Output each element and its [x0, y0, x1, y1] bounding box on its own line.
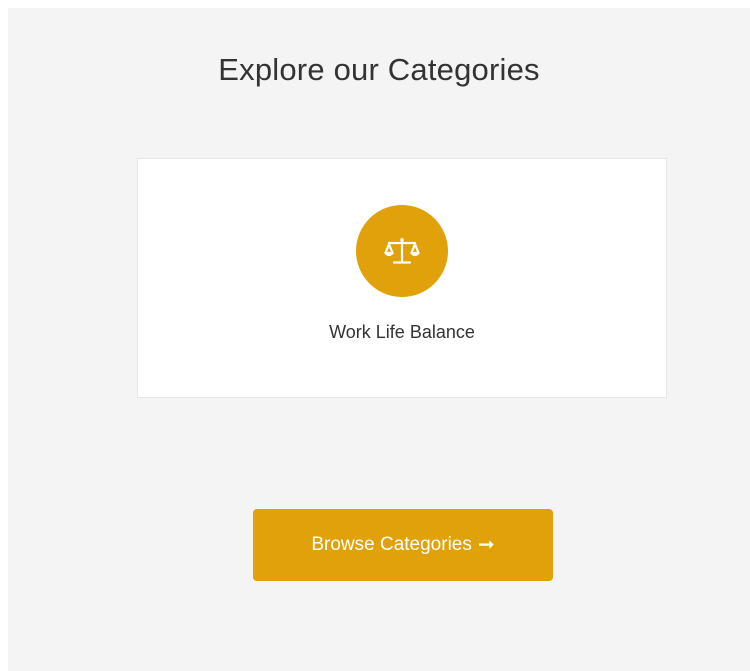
category-label: Work Life Balance	[329, 322, 475, 342]
browse-categories-button[interactable]: Browse Categories ➞	[253, 509, 553, 581]
browse-categories-label: Browse Categories	[311, 534, 472, 555]
category-icon-badge	[356, 205, 448, 297]
balance-scale-icon	[384, 237, 420, 264]
arrow-right-icon: ➞	[477, 534, 495, 556]
categories-section: Explore our Categories Work Life Balance…	[8, 8, 750, 671]
section-title: Explore our Categories	[218, 52, 540, 87]
category-card-work-life-balance[interactable]: Work Life Balance	[137, 158, 667, 398]
